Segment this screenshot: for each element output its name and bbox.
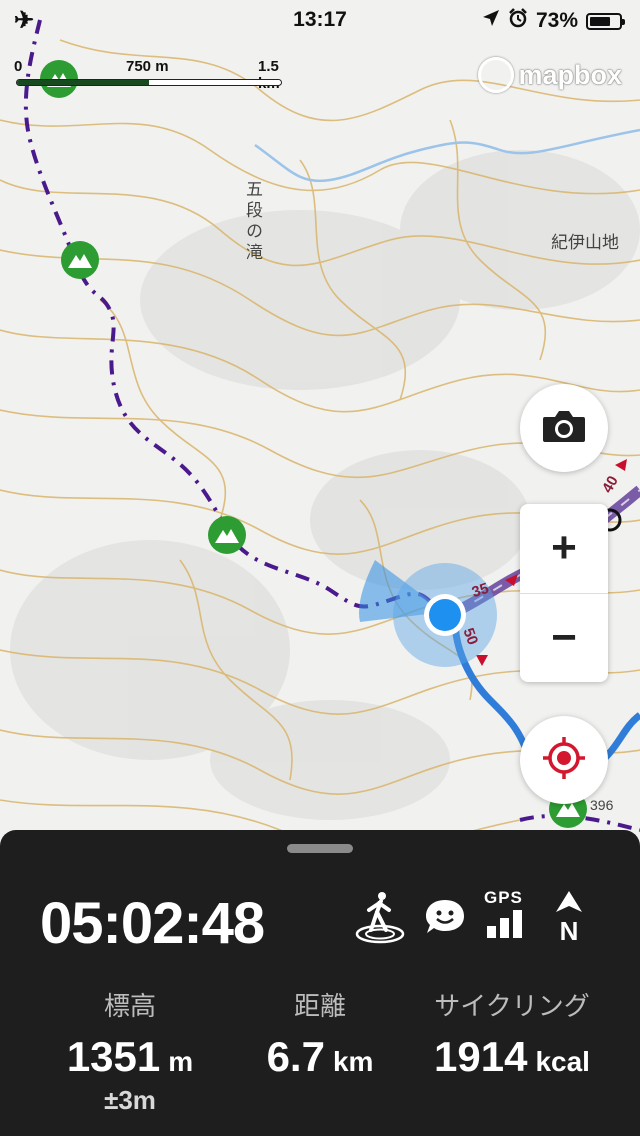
north-label: N: [559, 916, 579, 946]
stat-label: サイクリング: [434, 991, 590, 1021]
mapbox-brand: mapbox: [518, 59, 622, 90]
crosshair-icon: [542, 736, 586, 785]
stat-unit: kcal: [535, 1046, 590, 1077]
mapbox-attribution[interactable]: mapbox: [478, 57, 622, 93]
stat-label: 標高: [103, 991, 156, 1021]
stat-calories: サイクリング 1914 kcal: [412, 986, 612, 1081]
gps-label: GPS: [484, 888, 523, 907]
zoom-controls: + −: [520, 504, 608, 682]
map-scale-bar: 0 750 m 1.5 km: [14, 58, 289, 92]
stat-value: 1914: [434, 1033, 528, 1080]
scale-end-label: 1.5 km: [258, 58, 280, 92]
stat-distance: 距離 6.7 km: [240, 986, 400, 1081]
alarm-clock-icon: [508, 8, 528, 34]
locate-me-button[interactable]: [520, 716, 608, 804]
stat-label: 距離: [293, 991, 346, 1021]
map-label-waterfall: 五段の滝: [242, 180, 262, 264]
gps-signal-icon: GPS: [484, 888, 530, 943]
battery-percent: 73%: [535, 9, 578, 32]
elevation-point-label: 396: [590, 797, 614, 813]
smiley-icon[interactable]: [424, 898, 466, 941]
elapsed-timer: 05:02:48: [40, 891, 265, 956]
mountain-peak-icon[interactable]: [208, 516, 246, 554]
scale-mid-label: 750 m: [126, 58, 169, 75]
stat-unit: m: [168, 1046, 194, 1077]
location-arrow-icon: [482, 9, 500, 33]
scale-start-label: 0: [14, 58, 23, 75]
camera-button[interactable]: [520, 384, 608, 472]
stat-value: 6.7: [266, 1033, 325, 1080]
stat-unit: km: [332, 1046, 374, 1077]
zoom-out-button[interactable]: −: [520, 594, 608, 683]
map-view[interactable]: 五段の滝 紀伊山地 396 35 50 40 ✈ 13:17 73% 0 750…: [0, 0, 640, 845]
stat-elevation: 標高 1351 m ±3m: [50, 986, 210, 1116]
tracking-panel[interactable]: 05:02:48 GPS N 標高 1351 m ±3m 距離 6.7 km サイク…: [0, 830, 640, 1136]
panel-drag-handle[interactable]: [287, 844, 353, 853]
camera-icon: [541, 408, 587, 449]
battery-icon: [586, 12, 625, 30]
compass-north-icon[interactable]: N: [554, 890, 584, 946]
mountain-peak-icon[interactable]: [61, 241, 99, 279]
zoom-in-button[interactable]: +: [520, 504, 608, 593]
status-bar: ✈ 13:17 73%: [0, 0, 640, 40]
stat-value: 1351: [66, 1033, 161, 1080]
hiker-icon[interactable]: [354, 890, 406, 949]
elevation-accuracy: ±3m: [104, 1085, 156, 1115]
battery-level: [590, 16, 611, 26]
scale-bar: [16, 79, 282, 86]
mapbox-logo-icon: [478, 57, 515, 93]
map-label-area: 紀伊山地: [551, 233, 619, 253]
